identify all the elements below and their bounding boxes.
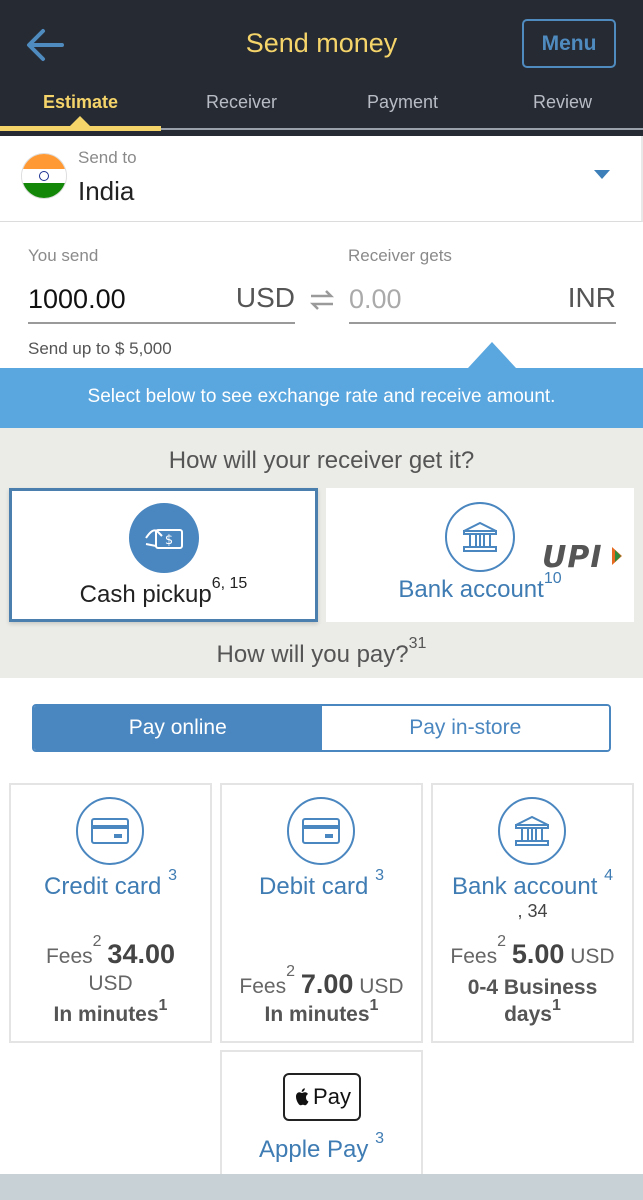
- tab-payment[interactable]: Payment: [322, 88, 483, 118]
- bank-account-pay-title: Bank account 4: [451, 867, 613, 900]
- upi-logo: UPI: [542, 540, 603, 575]
- debit-card-title: Debit card 3: [259, 867, 384, 900]
- apple-pay-title: Apple Pay 3: [259, 1130, 384, 1163]
- receive-amount-placeholder: 0.00: [349, 284, 402, 314]
- debit-card-fee: Fees2 7.00 USD: [239, 963, 404, 999]
- debit-card-time: In minutes1: [264, 997, 379, 1026]
- info-caret: [468, 342, 516, 368]
- pay-instore-button[interactable]: Pay in-store: [321, 706, 609, 750]
- receive-question: How will your receiver get it?: [168, 447, 475, 474]
- tab-estimate[interactable]: Estimate: [0, 88, 161, 118]
- credit-card-fee: Fees2 34.00: [45, 933, 175, 969]
- bank-account-pay-time-line2: days1: [504, 997, 561, 1026]
- active-tab-indicator: [0, 126, 161, 131]
- app-header: Send money Menu: [0, 0, 643, 88]
- pay-online-button[interactable]: Pay online: [34, 706, 322, 750]
- pay-mode-toggle: Pay online Pay in-store: [32, 704, 611, 752]
- exchange-info-banner: Select below to see exchange rate and re…: [0, 368, 643, 428]
- footer-strip: [0, 1174, 643, 1200]
- svg-text:$: $: [165, 533, 173, 548]
- send-to-label: Send to: [78, 148, 137, 167]
- swap-icon: [309, 288, 335, 317]
- credit-card-icon: [75, 797, 144, 865]
- cash-pickup-option[interactable]: $ Cash pickup6, 15: [9, 488, 318, 622]
- step-tabs: Estimate Receiver Payment Review: [0, 88, 643, 136]
- bank-account-label: Bank account10: [398, 570, 562, 603]
- menu-button[interactable]: Menu: [522, 19, 616, 68]
- bank-account-pay-time-line1: 0-4 Business: [467, 976, 598, 999]
- debit-card-icon: [286, 797, 355, 865]
- send-to-selector[interactable]: Send to India: [0, 136, 643, 222]
- amount-section: You send Receiver gets 1000.00 USD 0.00 …: [0, 222, 643, 368]
- apple-pay-badge: Pay: [283, 1073, 361, 1121]
- send-to-country: India: [78, 176, 135, 206]
- send-amount-field[interactable]: 1000.00 USD: [28, 278, 295, 324]
- tab-review[interactable]: Review: [482, 88, 643, 118]
- send-amount-value: 1000.00: [28, 284, 126, 314]
- tab-receiver[interactable]: Receiver: [161, 88, 322, 118]
- send-currency: USD: [235, 282, 295, 313]
- bank-account-pay-fee: Fees2 5.00 USD: [450, 933, 615, 969]
- cash-pickup-icon: $: [129, 503, 199, 573]
- bank-icon: [497, 797, 566, 865]
- credit-card-title: Credit card 3: [44, 867, 177, 900]
- receiver-gets-label: Receiver gets: [348, 246, 452, 265]
- india-flag-icon: [22, 154, 66, 198]
- upi-arrow-icon: [612, 547, 622, 565]
- debit-card-option[interactable]: Debit card 3 Fees2 7.00 USD In minutes1: [220, 783, 423, 1043]
- tab-rule: [161, 128, 643, 130]
- active-tab-caret: [70, 116, 90, 126]
- receive-currency: INR: [567, 282, 616, 313]
- you-send-label: You send: [28, 246, 99, 265]
- apple-logo-icon: [296, 1088, 309, 1106]
- credit-card-fee-currency: USD: [88, 972, 133, 995]
- pay-question: How will you pay?31: [216, 635, 427, 668]
- bank-icon: [445, 502, 515, 572]
- chevron-down-icon[interactable]: [594, 170, 610, 179]
- bank-account-pay-option[interactable]: Bank account 4 , 34 Fees2 5.00 USD 0-4 B…: [431, 783, 634, 1043]
- credit-card-time: In minutes1: [53, 997, 168, 1026]
- receive-amount-field[interactable]: 0.00 INR: [349, 278, 616, 324]
- cash-pickup-label: Cash pickup6, 15: [79, 575, 248, 608]
- bank-account-pay-footnote: , 34: [517, 901, 548, 921]
- credit-card-option[interactable]: Credit card 3 Fees2 34.00 USD In minutes…: [9, 783, 212, 1043]
- send-limit-text: Send up to $ 5,000: [28, 339, 172, 358]
